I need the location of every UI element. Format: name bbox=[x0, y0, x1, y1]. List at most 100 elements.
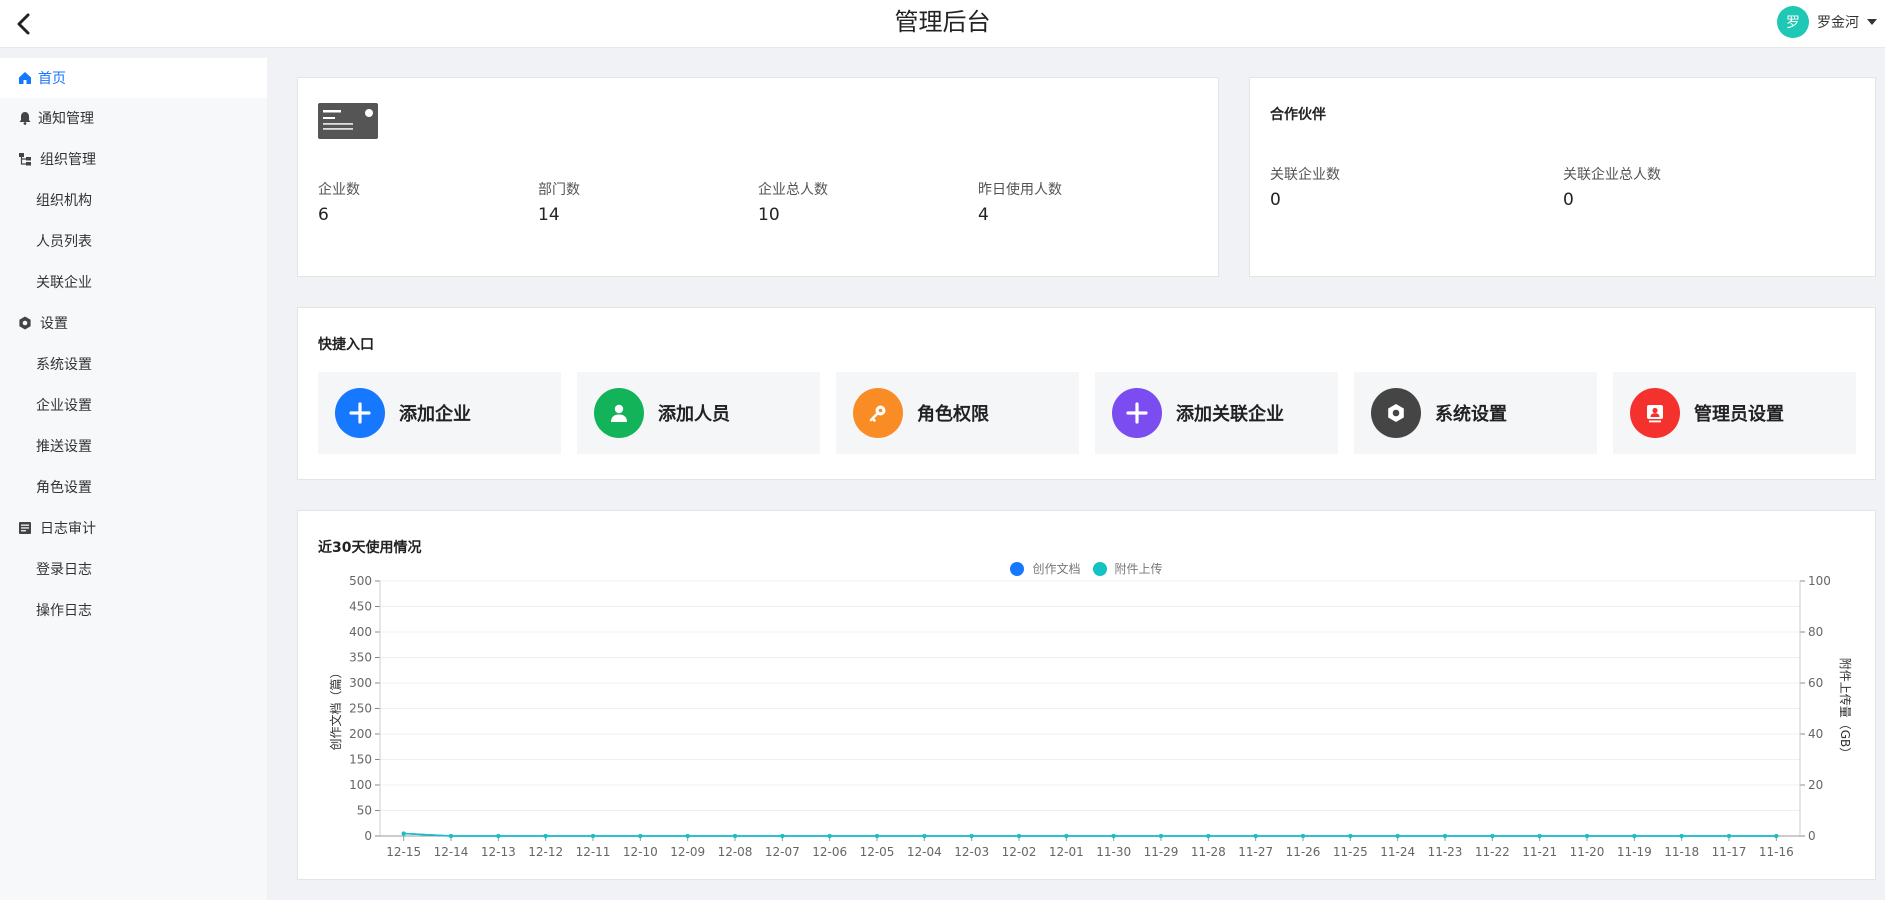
card-title: 合作伙伴 bbox=[1270, 107, 1326, 123]
stat-value: 14 bbox=[538, 205, 560, 225]
x-tick-label: 12-13 bbox=[481, 845, 516, 859]
x-tick-label: 12-05 bbox=[860, 845, 895, 859]
user-menu[interactable]: 罗 罗金河 bbox=[1777, 6, 1877, 38]
series-point-1 bbox=[922, 834, 927, 838]
card-title: 快捷入口 bbox=[318, 337, 374, 353]
x-tick-label: 11-27 bbox=[1238, 845, 1273, 859]
stat-companies: 企业数 6 bbox=[318, 179, 360, 225]
sidebar-item-system-settings[interactable]: 系统设置 bbox=[0, 343, 267, 384]
company-card-icon bbox=[318, 103, 378, 139]
y-tick-label: 450 bbox=[349, 600, 372, 614]
quick-add-user-button[interactable]: 添加人员 bbox=[577, 372, 820, 454]
x-tick-label: 11-28 bbox=[1191, 845, 1226, 859]
y-axis-title: 创作文档（篇） bbox=[328, 666, 343, 750]
quick-icon-circle bbox=[594, 388, 644, 438]
sidebar-group-settings[interactable]: 设置 bbox=[0, 302, 267, 343]
quick-label: 角色权限 bbox=[917, 404, 989, 425]
x-tick-label: 11-29 bbox=[1144, 845, 1179, 859]
series-point-1 bbox=[1253, 834, 1258, 838]
x-tick-label: 12-09 bbox=[670, 845, 705, 859]
sidebar-item-role-settings[interactable]: 角色设置 bbox=[0, 466, 267, 507]
sidebar-item-org-structure[interactable]: 组织机构 bbox=[0, 179, 267, 220]
y-right-tick-label: 0 bbox=[1808, 829, 1816, 843]
y-tick-label: 400 bbox=[349, 625, 372, 639]
x-tick-label: 11-17 bbox=[1712, 845, 1747, 859]
sidebar-group-logs[interactable]: 日志审计 bbox=[0, 507, 267, 548]
org-tree-icon bbox=[18, 152, 32, 166]
x-tick-label: 11-30 bbox=[1096, 845, 1131, 859]
quick-admin-settings-button[interactable]: 管理员设置 bbox=[1613, 372, 1856, 454]
series-point-1 bbox=[496, 834, 501, 838]
series-point-1 bbox=[1727, 834, 1731, 838]
chevron-left-icon bbox=[17, 13, 30, 35]
stat-label: 昨日使用人数 bbox=[978, 182, 1062, 198]
x-tick-label: 11-18 bbox=[1664, 845, 1699, 859]
sidebar-group-org[interactable]: 组织管理 bbox=[0, 138, 267, 179]
sidebar-group-label: 组织管理 bbox=[40, 151, 96, 168]
stat-total-people: 企业总人数 10 bbox=[758, 179, 828, 225]
series-point-1 bbox=[543, 834, 548, 838]
stat-label: 部门数 bbox=[538, 182, 580, 198]
plus-icon bbox=[1126, 402, 1148, 424]
quick-role-permission-button[interactable]: 角色权限 bbox=[836, 372, 1079, 454]
series-point-1 bbox=[1348, 834, 1353, 838]
series-point-1 bbox=[733, 834, 737, 838]
sidebar-item-company-settings[interactable]: 企业设置 bbox=[0, 384, 267, 425]
app-header: 管理后台 罗 罗金河 bbox=[0, 0, 1885, 48]
gear-icon bbox=[18, 316, 32, 330]
stat-linked-companies: 关联企业数 0 bbox=[1270, 164, 1340, 210]
quick-add-linked-company-button[interactable]: 添加关联企业 bbox=[1095, 372, 1338, 454]
series-point-1 bbox=[591, 834, 595, 838]
x-tick-label: 12-06 bbox=[812, 845, 847, 859]
avatar: 罗 bbox=[1777, 6, 1809, 38]
quick-label: 管理员设置 bbox=[1694, 404, 1784, 425]
x-tick-label: 11-23 bbox=[1428, 845, 1463, 859]
x-tick-label: 12-04 bbox=[907, 845, 942, 859]
plus-icon bbox=[349, 402, 371, 424]
sidebar: 首页 通知管理 组织管理 组织机构 人员列表 关联企业 设置 系统设置 企业设置… bbox=[0, 58, 267, 900]
bell-icon bbox=[18, 111, 32, 125]
sidebar-item-notify[interactable]: 通知管理 bbox=[0, 98, 267, 138]
x-tick-label: 11-25 bbox=[1333, 845, 1368, 859]
usage-line-chart: 0 50 100 150 200 250 300 350 400 450 500 0 20 40 60 80 1… bbox=[328, 574, 1853, 859]
sidebar-item-login-log[interactable]: 登录日志 bbox=[0, 548, 267, 589]
stat-value: 0 bbox=[1270, 190, 1281, 210]
series-point-1 bbox=[1111, 834, 1116, 838]
x-tick-label: 12-10 bbox=[623, 845, 658, 859]
y-right-axis-title: 附件上传量（GB） bbox=[1838, 658, 1853, 760]
sidebar-group-label: 日志审计 bbox=[40, 520, 96, 537]
quick-icon-circle bbox=[335, 388, 385, 438]
series-point-1 bbox=[1064, 834, 1069, 838]
y-tick-label: 50 bbox=[357, 804, 372, 818]
quick-system-settings-button[interactable]: 系统设置 bbox=[1354, 372, 1597, 454]
series-point-1 bbox=[1395, 834, 1400, 838]
quick-add-company-button[interactable]: 添加企业 bbox=[318, 372, 561, 454]
sidebar-item-operation-log[interactable]: 操作日志 bbox=[0, 589, 267, 630]
x-tick-label: 12-14 bbox=[434, 845, 469, 859]
x-tick-label: 12-08 bbox=[718, 845, 753, 859]
admin-icon bbox=[1647, 405, 1663, 423]
sidebar-item-home[interactable]: 首页 bbox=[0, 58, 267, 98]
y-right-tick-label: 40 bbox=[1808, 727, 1823, 741]
quick-icon-circle bbox=[853, 388, 903, 438]
back-button[interactable] bbox=[10, 10, 38, 38]
sidebar-item-user-list[interactable]: 人员列表 bbox=[0, 220, 267, 261]
sidebar-item-label: 通知管理 bbox=[38, 111, 94, 127]
caret-down-icon bbox=[1867, 19, 1877, 25]
x-tick-label: 12-12 bbox=[528, 845, 563, 859]
stat-value: 10 bbox=[758, 205, 780, 225]
stat-value: 6 bbox=[318, 205, 329, 225]
series-point-1 bbox=[449, 834, 453, 838]
series-point-1 bbox=[1632, 834, 1637, 838]
sidebar-group-label: 设置 bbox=[40, 315, 68, 332]
stat-yesterday-users: 昨日使用人数 4 bbox=[978, 179, 1062, 225]
x-tick-label: 11-24 bbox=[1380, 845, 1415, 859]
sidebar-item-push-settings[interactable]: 推送设置 bbox=[0, 425, 267, 466]
x-tick-label: 12-03 bbox=[954, 845, 989, 859]
series-point-1 bbox=[1537, 834, 1542, 838]
x-tick-label: 11-26 bbox=[1286, 845, 1321, 859]
series-point-1 bbox=[685, 834, 690, 838]
stat-linked-people: 关联企业总人数 0 bbox=[1563, 164, 1661, 210]
user-icon bbox=[611, 404, 627, 422]
sidebar-item-linked-companies[interactable]: 关联企业 bbox=[0, 261, 267, 302]
